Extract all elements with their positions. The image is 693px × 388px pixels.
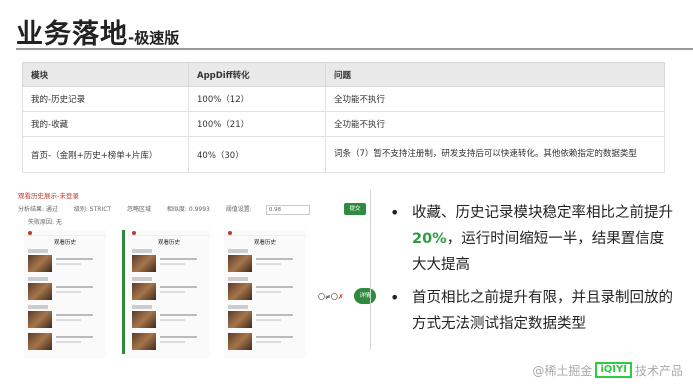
title-divider (16, 48, 693, 50)
table-row: 我的-收藏 100%（21） 全功能不执行 (22, 111, 665, 137)
slide-title-sub: -极速版 (128, 29, 180, 47)
thumbnail-image (132, 255, 156, 272)
thumbnail-image (228, 255, 252, 272)
record-dot-icon (28, 231, 32, 235)
phone-title: 观看历史 (53, 240, 76, 246)
table-cell-issue: 全功能不执行 (325, 86, 665, 112)
table-header-appdiff: AppDiff转化 (188, 62, 326, 87)
phone-screenshot-replay: 观看历史 (128, 230, 210, 358)
table-cell-module: 我的-历史记录 (22, 86, 189, 112)
filter-level[interactable]: 级别: STRICT (74, 206, 111, 213)
phone-title: 观看历史 (253, 240, 276, 246)
filter-similarity: 相似度: 0.9993 (166, 206, 210, 213)
record-dot-icon (228, 231, 232, 235)
diff-result-screenshot: 观看历史展示-未登录 分析结果: 通过 级别: STRICT 忽略区域 相似度:… (18, 190, 378, 358)
table-header-issue: 问题 (325, 62, 665, 87)
thumbnail-image (28, 283, 52, 300)
phone-title: 观看历史 (157, 240, 180, 246)
thumbnail-image (28, 333, 52, 350)
threshold-input[interactable]: 0.98 (265, 204, 310, 215)
table-row: 我的-历史记录 100%（12） 全功能不执行 (22, 86, 665, 112)
fail-reason: 失败原因: 无 (28, 219, 62, 226)
table-cell-appdiff: 40%（30） (188, 136, 326, 173)
threshold-label: 阈值设置: (225, 206, 252, 213)
phone-screenshot-baseline: 观看历史 (24, 230, 106, 358)
fail-x-icon: ✗ (337, 293, 344, 301)
table-cell-issue: 词条（7）暂不支持注册制，研发支持后可以快速转化。其他依赖指定的数据类型 (325, 136, 665, 173)
filter-result: 分析结果: 通过 (18, 206, 58, 213)
slide-title: 业务落地-极速版 (16, 12, 179, 51)
filter-ignore-region[interactable]: 忽略区域 (127, 206, 151, 213)
phone-screenshot-diff: 观看历史 (224, 230, 306, 358)
thumbnail-image (132, 333, 156, 350)
panel-header: 观看历史展示-未登录 (18, 192, 79, 200)
watermark-text: @稀土掘金 (532, 363, 593, 378)
thumbnail-image (228, 311, 252, 328)
table-header-row: 模块 AppDiff转化 问题 (22, 62, 665, 87)
watermark-suffix: 技术产品 (634, 363, 683, 378)
thumbnail-image (228, 283, 252, 300)
table-header-module: 模块 (22, 62, 189, 87)
record-dot-icon (132, 231, 136, 235)
thumbnail-image (132, 283, 156, 300)
column-divider (370, 190, 371, 350)
slide-title-main: 业务落地 (16, 19, 128, 50)
diff-highlight-bar (122, 230, 125, 354)
table-cell-appdiff: 100%（21） (188, 111, 326, 137)
submit-button[interactable]: 提交 (344, 203, 366, 215)
table-cell-appdiff: 100%（12） (188, 86, 326, 112)
iqiyi-logo-icon: iQIYI (595, 362, 632, 378)
table-row: 首页-（金刚+历史+榜单+片库） 40%（30） 词条（7）暂不支持注册制，研发… (22, 136, 665, 173)
thumbnail-image (28, 255, 52, 272)
table-cell-module: 我的-收藏 (22, 111, 189, 137)
list-item: 收藏、历史记录模块稳定率相比之前提升20%，运行时间缩短一半，结果置信度大大提高 (384, 200, 674, 278)
list-item: 首页相比之前提升有限，并且录制回放的方式无法测试指定数据类型 (384, 285, 674, 337)
thumbnail-image (132, 311, 156, 328)
compare-indicator: 〇≠〇✗ (318, 292, 344, 302)
conclusion-list: 收藏、历史记录模块稳定率相比之前提升20%，运行时间缩短一半，结果置信度大大提高… (384, 200, 674, 344)
table-cell-issue: 全功能不执行 (325, 111, 665, 137)
thumbnail-image (28, 311, 52, 328)
panel-filter-bar: 分析结果: 通过 级别: STRICT 忽略区域 相似度: 0.9993 阈值设… (18, 204, 358, 216)
watermark: @稀土掘金 iQIYI 技术产品 (532, 360, 683, 380)
module-conversion-table: 模块 AppDiff转化 问题 我的-历史记录 100%（12） 全功能不执行 … (22, 62, 665, 173)
not-equal-icon: 〇≠〇 (318, 293, 338, 301)
detail-button[interactable]: 详情 (354, 288, 376, 304)
thumbnail-image (228, 333, 252, 350)
highlight-percent: 20% (412, 231, 447, 247)
table-cell-module: 首页-（金刚+历史+榜单+片库） (22, 136, 189, 173)
